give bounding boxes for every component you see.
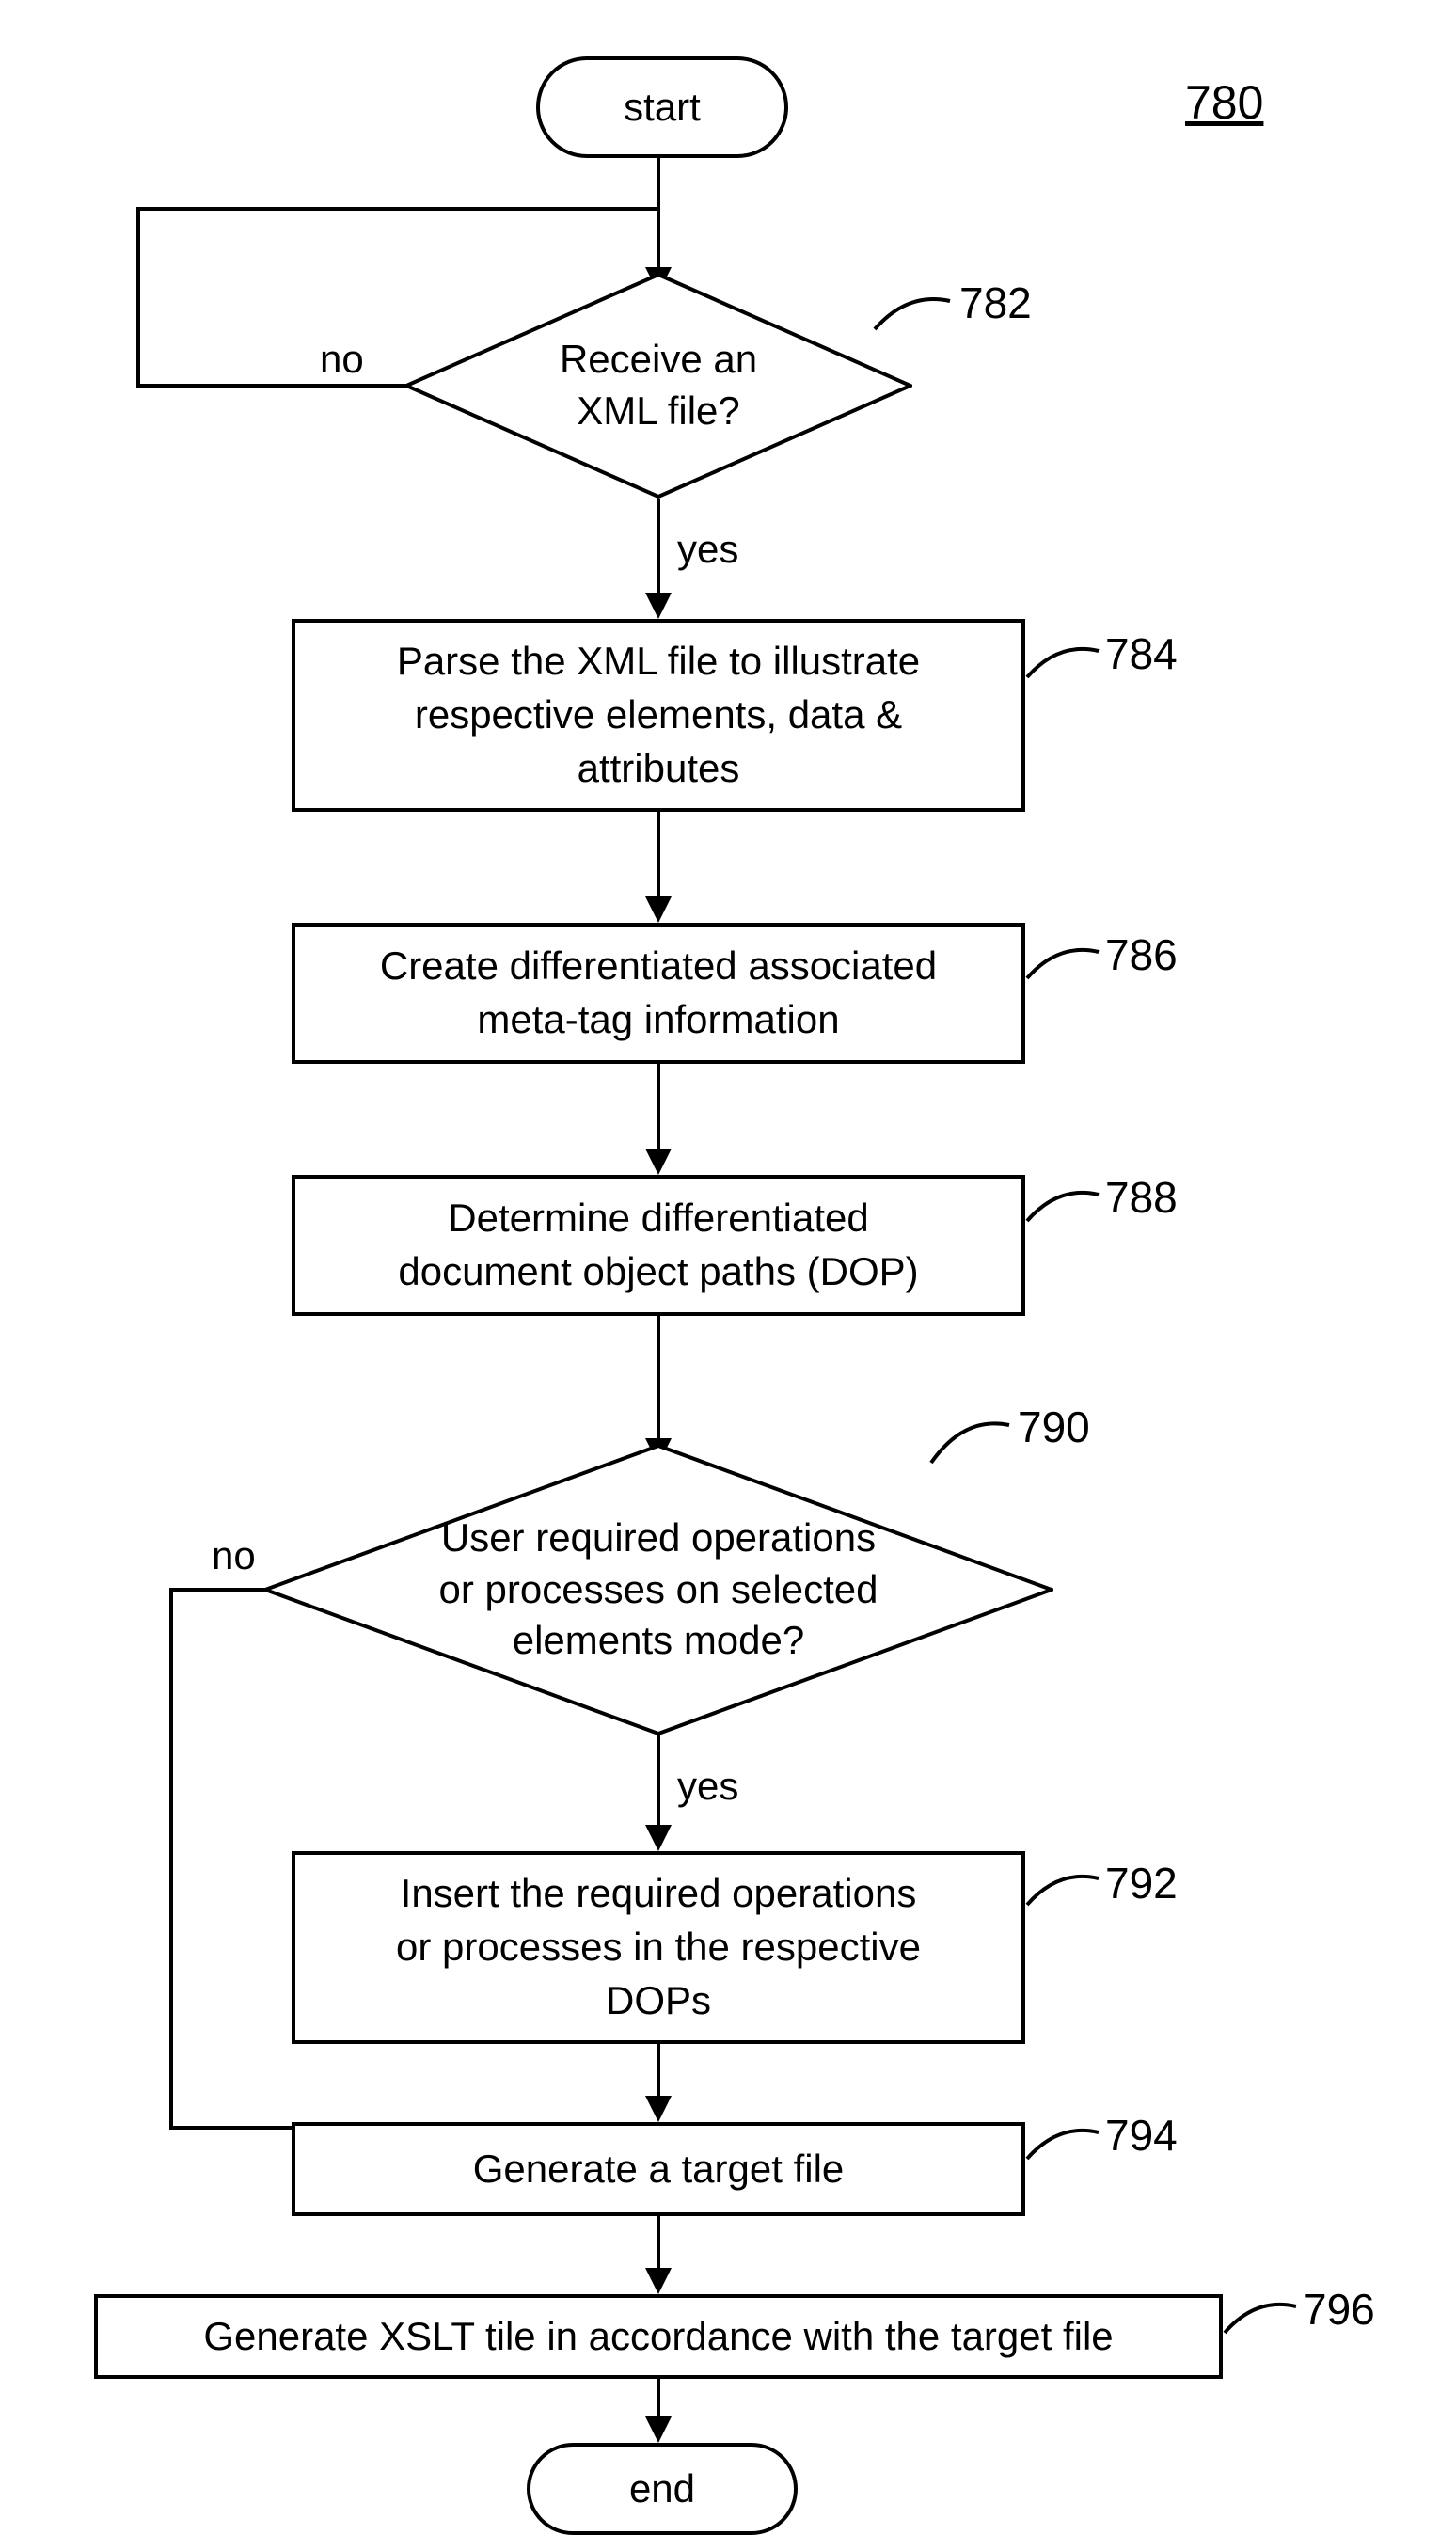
arrow <box>657 1316 660 1438</box>
leader-line <box>1025 2121 1100 2168</box>
edge-yes-1: yes <box>677 527 738 572</box>
edge-no-1: no <box>320 337 364 382</box>
decision-1-text: Receive an XML file? <box>560 334 757 436</box>
arrow <box>169 2126 292 2130</box>
process-create-meta: Create differentiated associated meta-ta… <box>292 923 1025 1064</box>
arrow <box>136 384 408 388</box>
ref-790: 790 <box>1018 1402 1090 1452</box>
ref-796: 796 <box>1303 2284 1375 2335</box>
ref-782: 782 <box>959 277 1032 328</box>
arrowhead-icon <box>645 593 672 619</box>
arrowhead-icon <box>645 2416 672 2443</box>
ref-788: 788 <box>1105 1172 1178 1223</box>
start-label: start <box>624 85 701 130</box>
arrow <box>657 2216 660 2268</box>
process-2-text: Create differentiated associated meta-ta… <box>380 940 937 1046</box>
ref-794: 794 <box>1105 2110 1178 2161</box>
edge-no-2: no <box>212 1533 256 1578</box>
terminator-end: end <box>527 2443 798 2535</box>
arrow <box>657 2044 660 2096</box>
process-generate-xslt: Generate XSLT tile in accordance with th… <box>94 2294 1223 2379</box>
leader-line <box>1025 640 1100 687</box>
process-5-text: Generate a target file <box>473 2143 845 2196</box>
leader-line <box>1223 2295 1298 2342</box>
process-determine-dop: Determine differentiated document object… <box>292 1175 1025 1316</box>
process-1-text: Parse the XML file to illustrate respect… <box>397 635 920 795</box>
edge-yes-2: yes <box>677 1764 738 1809</box>
arrow <box>657 499 660 593</box>
arrowhead-icon <box>645 2268 672 2294</box>
arrowhead-icon <box>645 1825 672 1851</box>
process-4-text: Insert the required operations or proces… <box>396 1867 921 2027</box>
arrow <box>657 1735 660 1825</box>
ref-784: 784 <box>1105 628 1178 679</box>
decision-2-text: User required operations or processes on… <box>439 1513 878 1667</box>
process-insert-ops: Insert the required operations or proces… <box>292 1851 1025 2044</box>
arrow <box>169 1588 267 1592</box>
figure-reference: 780 <box>1185 75 1263 130</box>
leader-line <box>1025 941 1100 988</box>
process-6-text: Generate XSLT tile in accordance with th… <box>203 2310 1113 2364</box>
ref-792: 792 <box>1105 1858 1178 1909</box>
end-label: end <box>629 2466 695 2511</box>
process-generate-target: Generate a target file <box>292 2122 1025 2216</box>
arrow <box>136 207 658 211</box>
arrowhead-icon <box>645 1149 672 1175</box>
process-parse-xml: Parse the XML file to illustrate respect… <box>292 619 1025 812</box>
terminator-start: start <box>536 56 788 158</box>
process-3-text: Determine differentiated document object… <box>398 1192 918 1298</box>
arrow <box>657 154 660 267</box>
arrow <box>136 207 140 388</box>
arrowhead-icon <box>645 896 672 923</box>
leader-line <box>1025 1867 1100 1914</box>
arrow <box>657 812 660 896</box>
arrow <box>657 2379 660 2416</box>
ref-786: 786 <box>1105 929 1178 980</box>
arrow <box>657 1064 660 1149</box>
flowchart-canvas: 780 start Receive an XML file? 782 no ye… <box>0 0 1456 2511</box>
leader-line <box>1025 1183 1100 1230</box>
arrow <box>169 1588 173 2126</box>
decision-user-ops: User required operations or processes on… <box>263 1444 1053 1735</box>
leader-line <box>926 1411 1011 1467</box>
decision-receive-xml: Receive an XML file? <box>404 273 912 499</box>
arrowhead-icon <box>645 2096 672 2122</box>
leader-line <box>870 287 955 334</box>
